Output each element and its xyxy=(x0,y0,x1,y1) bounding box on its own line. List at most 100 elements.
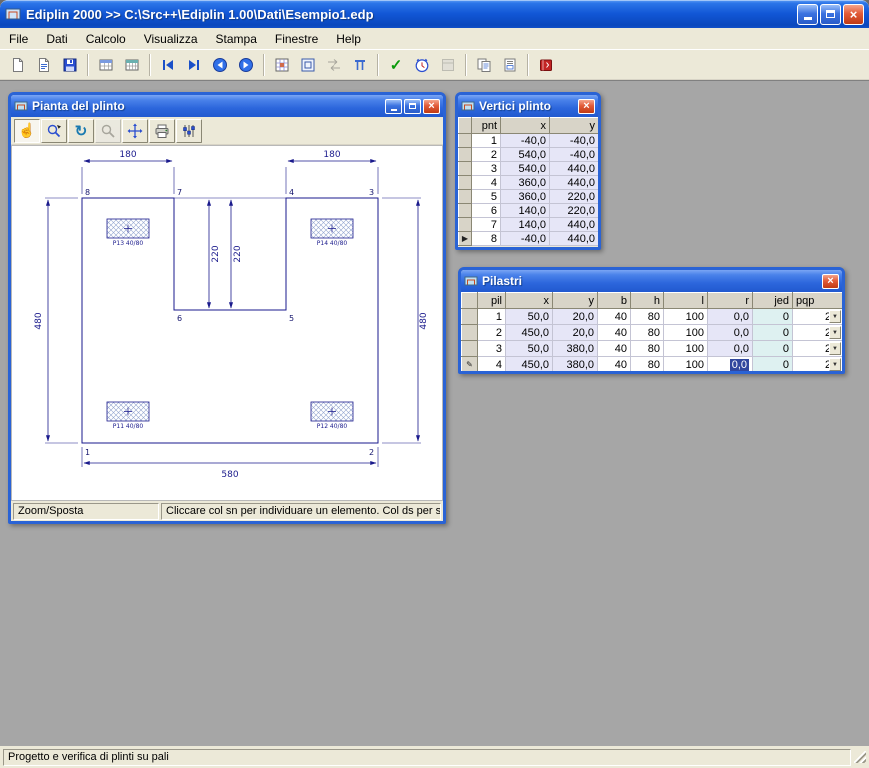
cell[interactable]: 6 xyxy=(472,204,501,218)
cell[interactable]: 140,0 xyxy=(501,204,550,218)
pianta-titlebar[interactable]: Pianta del plinto × xyxy=(11,95,443,117)
cell[interactable]: 20,0 xyxy=(553,325,598,341)
cell[interactable]: -40,0 xyxy=(550,148,599,162)
maximize-button[interactable] xyxy=(820,4,841,25)
dropdown-button[interactable]: ▼ xyxy=(829,326,841,339)
vertici-close-button[interactable]: × xyxy=(578,99,595,114)
vertici-titlebar[interactable]: Vertici plinto × xyxy=(458,95,598,117)
cell[interactable]: 0,0 xyxy=(708,309,753,325)
cell[interactable]: 8 xyxy=(472,232,501,246)
cell[interactable]: 2 xyxy=(478,325,506,341)
menu-finestre[interactable]: Finestre xyxy=(266,29,327,49)
pianta-maximize-button[interactable] xyxy=(404,99,421,114)
print-button[interactable] xyxy=(149,119,175,143)
cell[interactable]: 1 xyxy=(472,134,501,148)
menu-help[interactable]: Help xyxy=(327,29,370,49)
cell[interactable]: 100 xyxy=(664,357,708,373)
cell[interactable]: 20,0 xyxy=(553,309,598,325)
next-button[interactable] xyxy=(233,52,259,77)
cell[interactable]: 450,0 xyxy=(506,357,553,373)
cell[interactable]: 450,0 xyxy=(506,325,553,341)
cell[interactable]: 40 xyxy=(598,309,631,325)
report-button[interactable] xyxy=(497,52,523,77)
frame-grid-button[interactable] xyxy=(295,52,321,77)
titlebar[interactable]: Ediplin 2000 >> C:\Src++\Ediplin 1.00\Da… xyxy=(0,0,869,28)
pianta-close-button[interactable]: × xyxy=(423,99,440,114)
cell[interactable]: 0 xyxy=(753,325,793,341)
menu-dati[interactable]: Dati xyxy=(37,29,76,49)
zoom-button[interactable] xyxy=(95,119,121,143)
cell[interactable]: 440,0 xyxy=(550,232,599,246)
cell[interactable]: 380,0 xyxy=(553,341,598,357)
swap-button[interactable] xyxy=(321,52,347,77)
save-button[interactable] xyxy=(57,52,83,77)
cell[interactable]: 80 xyxy=(631,309,664,325)
cell[interactable]: 4 xyxy=(478,357,506,373)
hand-tool-button[interactable]: ☝ xyxy=(14,119,40,143)
cell[interactable]: 80 xyxy=(631,341,664,357)
cell[interactable]: 100 xyxy=(664,325,708,341)
cell[interactable]: 80 xyxy=(631,325,664,341)
cell[interactable]: 0,0 xyxy=(708,341,753,357)
cell[interactable]: 0 xyxy=(753,309,793,325)
resize-grip[interactable] xyxy=(854,751,866,763)
zoom-select-button[interactable] xyxy=(41,119,67,143)
results-button[interactable] xyxy=(435,52,461,77)
vertici-table-button[interactable] xyxy=(93,52,119,77)
close-button[interactable]: × xyxy=(843,4,864,25)
cell[interactable]: -40,0 xyxy=(501,134,550,148)
cell[interactable]: 3 xyxy=(478,341,506,357)
cell[interactable]: -40,0 xyxy=(550,134,599,148)
new-button[interactable] xyxy=(5,52,31,77)
cell[interactable]: 540,0 xyxy=(501,148,550,162)
cell[interactable]: 440,0 xyxy=(550,162,599,176)
first-record-button[interactable] xyxy=(155,52,181,77)
cell[interactable]: 540,0 xyxy=(501,162,550,176)
mesh-button[interactable] xyxy=(269,52,295,77)
cell[interactable]: -40,0 xyxy=(501,232,550,246)
menu-calcolo[interactable]: Calcolo xyxy=(77,29,135,49)
section-button[interactable] xyxy=(347,52,373,77)
cell[interactable]: 40 xyxy=(598,341,631,357)
dropdown-button[interactable]: ▼ xyxy=(829,358,841,371)
last-record-button[interactable] xyxy=(181,52,207,77)
cell[interactable]: 0,0 xyxy=(708,325,753,341)
help-button[interactable] xyxy=(533,52,559,77)
cell[interactable]: 380,0 xyxy=(553,357,598,373)
cell[interactable]: 7 xyxy=(472,218,501,232)
menu-visualizza[interactable]: Visualizza xyxy=(135,29,207,49)
cell[interactable]: 440,0 xyxy=(550,176,599,190)
diagram-settings-button[interactable] xyxy=(176,119,202,143)
dropdown-button[interactable]: ▼ xyxy=(829,342,841,355)
pilaster-p13[interactable]: P13 40/80 xyxy=(107,219,149,247)
verify-button[interactable]: ✓ xyxy=(383,52,409,77)
menu-stampa[interactable]: Stampa xyxy=(207,29,266,49)
cell[interactable]: 80 xyxy=(631,357,664,373)
cell[interactable]: 3 xyxy=(472,162,501,176)
pilastri-table-button[interactable] xyxy=(119,52,145,77)
cell[interactable]: 360,0 xyxy=(501,176,550,190)
pilaster-p11[interactable]: P11 40/80 xyxy=(107,402,149,430)
cell[interactable]: 140,0 xyxy=(501,218,550,232)
menu-file[interactable]: File xyxy=(0,29,37,49)
pan-button[interactable] xyxy=(122,119,148,143)
cell[interactable]: 100 xyxy=(664,341,708,357)
cell[interactable]: 220,0 xyxy=(550,204,599,218)
cell[interactable]: 1 xyxy=(478,309,506,325)
drawing-canvas[interactable]: 180 180 480 480 220 220 580 8 7 4 3 6 xyxy=(11,145,443,501)
cell[interactable]: 440,0 xyxy=(550,218,599,232)
cell[interactable]: 5 xyxy=(472,190,501,204)
pilaster-p14[interactable]: P14 40/80 xyxy=(311,219,353,247)
dropdown-button[interactable]: ▼ xyxy=(829,310,841,323)
cell[interactable]: 0 xyxy=(753,357,793,373)
redraw-button[interactable]: ↻ xyxy=(68,119,94,143)
cell-editing[interactable]: 0,0 xyxy=(708,357,753,373)
cell[interactable]: 0 xyxy=(753,341,793,357)
previous-button[interactable] xyxy=(207,52,233,77)
cell[interactable]: 220,0 xyxy=(550,190,599,204)
cell[interactable]: 360,0 xyxy=(501,190,550,204)
cell[interactable]: 50,0 xyxy=(506,309,553,325)
cell[interactable]: 4 xyxy=(472,176,501,190)
pianta-minimize-button[interactable] xyxy=(385,99,402,114)
pilastri-titlebar[interactable]: Pilastri × xyxy=(461,270,842,292)
